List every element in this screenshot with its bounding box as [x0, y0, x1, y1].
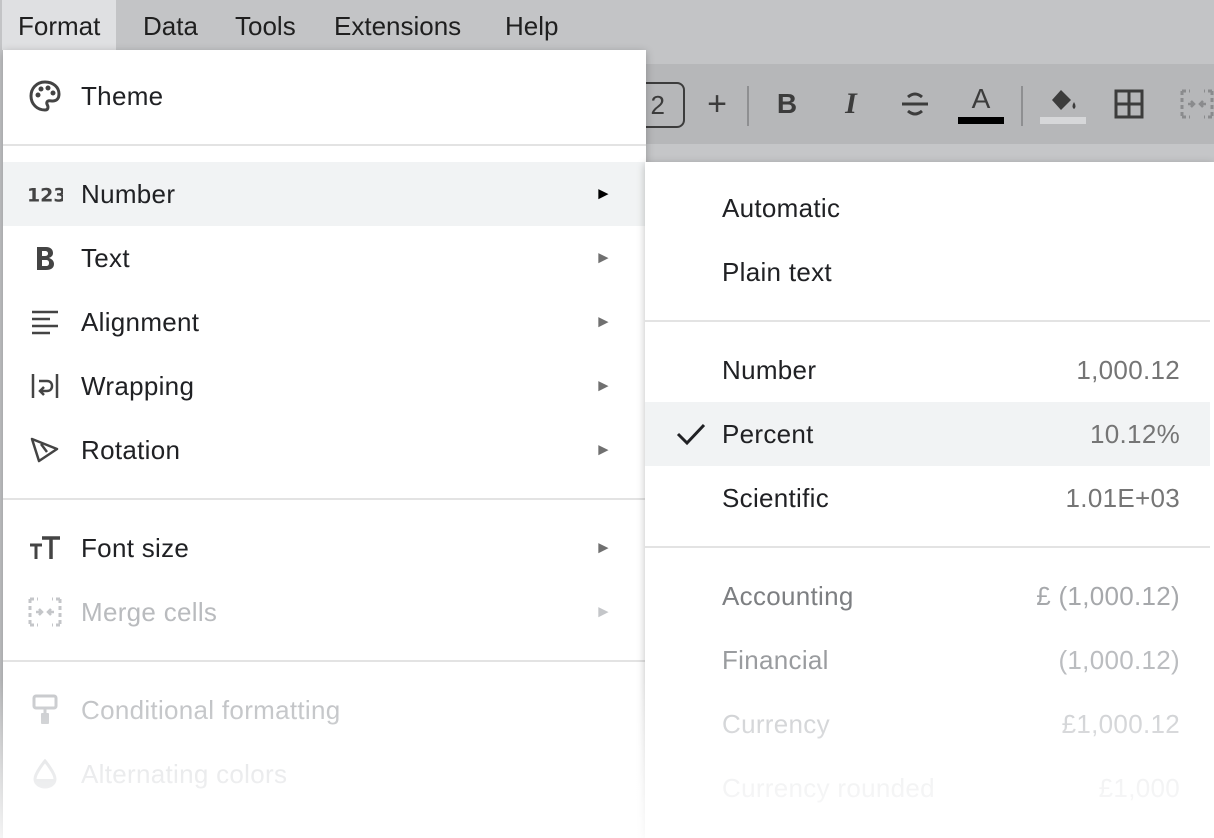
font-size-icon — [27, 530, 63, 566]
toolbar-separator — [1021, 86, 1023, 126]
menu-item-wrapping[interactable]: Wrapping ► — [3, 354, 646, 418]
sheet-grid-area — [645, 144, 1214, 164]
paint-roller-icon — [27, 692, 63, 728]
menu-item-label: Conditional formatting — [81, 695, 341, 725]
submenu-arrow-icon: ► — [595, 538, 612, 557]
number-format-scientific[interactable]: Scientific 1.01E+03 — [645, 466, 1210, 530]
bold-button[interactable]: B — [767, 64, 807, 144]
number-format-currency[interactable]: Currency £1,000.12 — [645, 692, 1210, 756]
palette-icon — [27, 78, 63, 114]
number-format-label: Currency — [722, 709, 830, 739]
submenu-arrow-icon: ► — [595, 248, 612, 267]
toolbar: 2 + B I A — [635, 64, 1214, 144]
number-format-example: 1.01E+03 — [1065, 483, 1180, 513]
number-format-example: 1,000.12 — [1076, 355, 1180, 385]
menu-item-font-size[interactable]: Font size ► — [3, 516, 646, 580]
menu-separator — [3, 498, 646, 500]
text-color-swatch — [958, 116, 1004, 124]
svg-text:123: 123 — [27, 185, 63, 206]
menu-item-merge-cells: Merge cells ► — [3, 580, 646, 644]
merge-cells-toolbar-button[interactable] — [1177, 64, 1214, 144]
menu-item-alternating-colors: Alternating colors — [3, 742, 646, 806]
number-format-label: Accounting — [722, 581, 854, 611]
align-left-icon — [27, 304, 63, 340]
format-menu: Theme 123 Number ► Text ► Alignment ► Wr… — [3, 50, 646, 838]
number-format-example: £1,000 — [1098, 773, 1180, 803]
menubar: Format Data Tools Extensions Help — [0, 0, 1214, 50]
borders-button[interactable] — [1109, 64, 1149, 144]
merge-cells-icon — [27, 594, 63, 630]
menu-item-alignment[interactable]: Alignment ► — [3, 290, 646, 354]
number-format-label: Percent — [722, 419, 814, 449]
fill-color-swatch — [1040, 117, 1086, 124]
text-color-glyph: A — [971, 82, 991, 114]
number-format-example: £1,000.12 — [1061, 709, 1180, 739]
submenu-arrow-icon: ► — [595, 602, 612, 621]
number-format-label: Scientific — [722, 483, 830, 513]
number-format-number[interactable]: Number 1,000.12 — [645, 338, 1210, 402]
menu-item-label: Merge cells — [81, 597, 218, 627]
menu-item-label: Font size — [81, 533, 190, 563]
number-format-plain-text[interactable]: Plain text — [645, 240, 1210, 304]
menubar-item-extensions[interactable]: Extensions — [318, 0, 477, 50]
menu-item-label: Text — [81, 243, 130, 273]
submenu-arrow-icon: ► — [595, 184, 612, 203]
bold-icon — [27, 240, 63, 276]
number-format-submenu: Automatic Plain text Number 1,000.12 Per… — [645, 162, 1214, 838]
text-color-button[interactable]: A — [957, 64, 1005, 144]
number-format-example: £ (1,000.12) — [1036, 581, 1180, 611]
borders-icon — [1114, 89, 1144, 119]
number-format-label: Number — [722, 355, 817, 385]
number-123-icon: 123 — [27, 176, 63, 212]
increase-font-size-button[interactable]: + — [697, 64, 737, 144]
strikethrough-button[interactable] — [895, 64, 935, 144]
number-format-automatic[interactable]: Automatic — [645, 176, 1210, 240]
menubar-item-tools[interactable]: Tools — [219, 0, 312, 50]
menu-item-text[interactable]: Text ► — [3, 226, 646, 290]
menu-separator — [3, 660, 646, 662]
paint-bucket-icon — [1052, 90, 1076, 110]
strikethrough-icon — [902, 92, 928, 116]
italic-button[interactable]: I — [831, 64, 871, 144]
number-format-label: Plain text — [722, 257, 832, 287]
number-format-example: 10.12% — [1090, 419, 1180, 449]
submenu-arrow-icon: ► — [595, 312, 612, 331]
submenu-separator — [645, 320, 1210, 322]
number-format-financial[interactable]: Financial (1,000.12) — [645, 628, 1210, 692]
merge-cells-icon — [1180, 89, 1214, 119]
submenu-separator — [645, 546, 1210, 548]
menu-item-label: Alternating colors — [81, 759, 288, 789]
wrap-icon — [27, 368, 63, 404]
fill-color-button[interactable] — [1039, 64, 1087, 144]
number-format-accounting[interactable]: Accounting £ (1,000.12) — [645, 564, 1210, 628]
number-format-percent[interactable]: Percent 10.12% — [645, 402, 1210, 466]
submenu-arrow-icon: ► — [595, 440, 612, 459]
menu-item-label: Alignment — [81, 307, 200, 337]
menu-item-conditional-formatting: Conditional formatting — [3, 678, 646, 742]
rotation-icon — [27, 432, 63, 468]
submenu-arrow-icon: ► — [595, 376, 612, 395]
menu-item-number[interactable]: 123 Number ► — [3, 162, 646, 226]
number-format-currency-rounded[interactable]: Currency rounded £1,000 — [645, 756, 1210, 820]
checkmark-icon — [676, 423, 706, 446]
menu-item-label: Number — [81, 179, 176, 209]
drop-icon — [27, 756, 63, 792]
menu-item-label: Wrapping — [81, 371, 195, 401]
menu-item-rotation[interactable]: Rotation ► — [3, 418, 646, 482]
number-format-label: Currency rounded — [722, 773, 935, 803]
menu-separator — [3, 144, 646, 146]
menu-item-label: Rotation — [81, 435, 181, 465]
number-format-example: (1,000.12) — [1058, 645, 1180, 675]
number-format-label: Automatic — [722, 193, 841, 223]
toolbar-separator — [747, 86, 749, 126]
menubar-item-help[interactable]: Help — [489, 0, 574, 50]
number-format-label: Financial — [722, 645, 829, 675]
menu-item-label: Theme — [81, 81, 164, 111]
menubar-item-format[interactable]: Format — [2, 0, 117, 50]
menubar-item-data[interactable]: Data — [127, 0, 214, 50]
menu-item-theme[interactable]: Theme — [3, 64, 646, 128]
